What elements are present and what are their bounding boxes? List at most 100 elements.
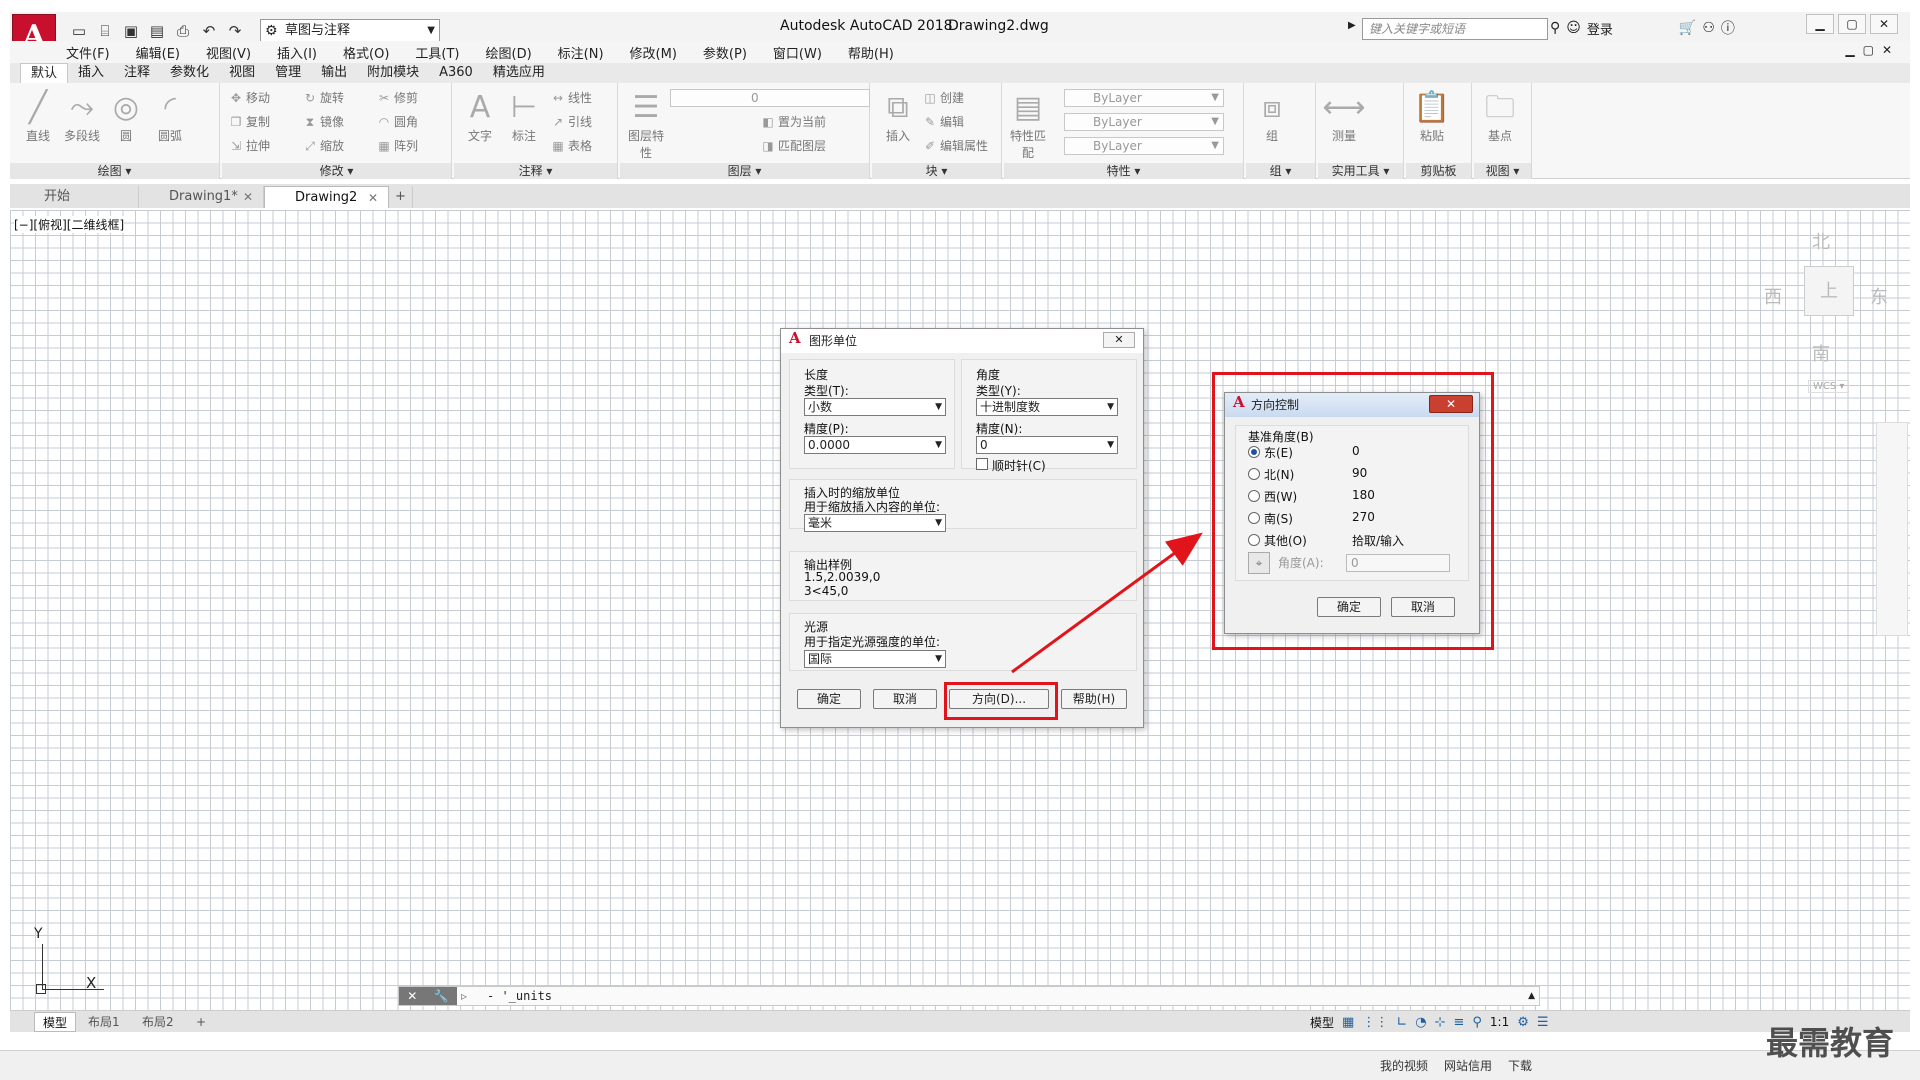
user-icon[interactable]: ☺ [1566, 20, 1581, 36]
snap-icon[interactable]: ⋮⋮ [1362, 1015, 1388, 1030]
tab-parametric[interactable]: 参数化 [160, 63, 219, 83]
menu-help[interactable]: 帮助(H) [848, 43, 894, 62]
stretch-tool[interactable]: ⇲ 拉伸 [228, 137, 270, 154]
radio-west[interactable] [1248, 490, 1260, 502]
panel-group-title[interactable]: 组 ▾ [1246, 163, 1315, 179]
text-tool[interactable]: A 文字 [458, 89, 502, 144]
scale-tool[interactable]: ⤢ 缩放 [302, 137, 344, 154]
tab-featured-apps[interactable]: 精选应用 [483, 63, 555, 83]
edit-block-tool[interactable]: ✎ 编辑 [922, 113, 964, 130]
undo-icon[interactable]: ↶ [198, 20, 220, 42]
panel-utilities-title[interactable]: 实用工具 ▾ [1318, 163, 1403, 179]
menu-window[interactable]: 窗口(W) [773, 43, 822, 62]
menu-draw[interactable]: 绘图(D) [486, 43, 532, 62]
taskbar-site-credit[interactable]: 网站信用 [1444, 1057, 1492, 1074]
move-tool[interactable]: ✥ 移动 [228, 89, 270, 106]
chevron-up-icon[interactable]: ▲ [1528, 987, 1535, 1005]
trim-tool[interactable]: ✂ 修剪 [376, 89, 418, 106]
units-dialog-close-button[interactable]: ✕ [1103, 332, 1135, 348]
lighting-units-select[interactable]: 国际 ▼ [804, 650, 946, 668]
file-tab-drawing2[interactable]: Drawing2 ✕ [264, 186, 389, 208]
panel-view-title[interactable]: 视图 ▾ [1474, 163, 1531, 179]
tab-annotate[interactable]: 注释 [114, 63, 160, 83]
save-as-icon[interactable]: ▤ [146, 20, 168, 42]
layer-select[interactable]: 0 [670, 89, 870, 107]
panel-annotation-title[interactable]: 注释 ▾ [454, 163, 617, 179]
mirror-tool[interactable]: ⧗ 镜像 [302, 113, 344, 130]
add-layout-button[interactable]: + [188, 1012, 214, 1032]
file-tab-start[interactable]: 开始 [14, 186, 139, 208]
base-view-tool[interactable]: 🗀 基点 [1478, 89, 1522, 144]
units-ok-button[interactable]: 确定 [797, 689, 861, 709]
new-tab-button[interactable]: + [389, 186, 413, 208]
close-icon[interactable]: ✕ [368, 187, 378, 209]
match-layer-tool[interactable]: ◨ 匹配图层 [760, 137, 826, 154]
file-tab-drawing1[interactable]: Drawing1* ✕ [139, 186, 264, 208]
layout-tab-layout1[interactable]: 布局1 [80, 1012, 128, 1032]
viewcube-south[interactable]: 南 [1812, 340, 1830, 366]
document-window-controls[interactable]: ▁▢✕ [1845, 43, 1900, 57]
array-tool[interactable]: ▦ 阵列 [376, 137, 418, 154]
pick-angle-icon[interactable]: ⌖ [1248, 552, 1270, 574]
dimension-tool[interactable]: ⊢ 标注 [502, 89, 546, 144]
menu-parametric[interactable]: 参数(P) [703, 43, 747, 62]
taskbar-my-video[interactable]: 我的视频 [1380, 1057, 1428, 1074]
minimize-button[interactable]: ▁ [1806, 14, 1834, 34]
tab-addins[interactable]: 附加模块 [357, 63, 429, 83]
layout-tab-layout2[interactable]: 布局2 [134, 1012, 182, 1032]
open-file-icon[interactable]: ⌸ [94, 20, 116, 42]
close-icon[interactable]: ✕ [407, 987, 417, 1005]
fillet-tool[interactable]: ◠ 圆角 [376, 113, 418, 130]
search-input[interactable]: 键入关键字或短语 [1362, 18, 1548, 40]
tab-a360[interactable]: A360 [429, 63, 483, 83]
panel-properties-title[interactable]: 特性 ▾ [1004, 163, 1243, 179]
menu-tools[interactable]: 工具(T) [415, 43, 459, 62]
create-block-tool[interactable]: ◫ 创建 [922, 89, 964, 106]
insert-scale-select[interactable]: 毫米 ▼ [804, 514, 946, 532]
direction-dialog-close-button[interactable]: ✕ [1429, 395, 1473, 413]
tab-default[interactable]: 默认 [20, 63, 69, 83]
lineweight-select[interactable]: ByLayer ▼ [1064, 137, 1224, 155]
table-tool[interactable]: ▦ 表格 [550, 137, 592, 154]
panel-block-title[interactable]: 块 ▾ [872, 163, 1001, 179]
measure-tool[interactable]: ⟷ 测量 [1322, 89, 1366, 144]
radio-south[interactable] [1248, 512, 1260, 524]
menu-view[interactable]: 视图(V) [206, 43, 251, 62]
panel-clipboard-title[interactable]: 剪贴板 [1406, 163, 1471, 179]
wcs-menu[interactable]: WCS ▾ [1808, 380, 1850, 393]
save-icon[interactable]: ▣ [120, 20, 142, 42]
customize-icon[interactable]: ☰ [1537, 1015, 1549, 1030]
radio-other[interactable] [1248, 534, 1260, 546]
leader-tool[interactable]: ↗ 引线 [550, 113, 592, 130]
copy-tool[interactable]: ❐ 复制 [228, 113, 270, 130]
grid-icon[interactable]: ▦ [1342, 1015, 1354, 1030]
direction-cancel-button[interactable]: 取消 [1391, 597, 1455, 617]
circle-tool[interactable]: ◎ 圆 [104, 89, 148, 144]
viewcube[interactable]: 北 西 东 南 上 WCS ▾ [1760, 228, 1890, 398]
units-help-button[interactable]: 帮助(H) [1061, 689, 1127, 709]
tab-manage[interactable]: 管理 [265, 63, 311, 83]
tab-insert[interactable]: 插入 [68, 63, 114, 83]
radio-east[interactable] [1248, 446, 1260, 458]
angle-type-select[interactable]: 十进制度数 ▼ [976, 398, 1118, 416]
menu-format[interactable]: 格式(O) [343, 43, 389, 62]
menu-modify[interactable]: 修改(M) [630, 43, 677, 62]
login-button[interactable]: 登录 [1587, 19, 1613, 38]
print-icon[interactable]: ⎙ [172, 20, 194, 42]
model-space-toggle[interactable]: 模型 [1310, 1014, 1334, 1031]
set-current-tool[interactable]: ◧ 置为当前 [760, 113, 826, 130]
paste-tool[interactable]: 📋 粘贴 [1410, 89, 1454, 144]
gear-icon[interactable]: ⚙ [1517, 1015, 1529, 1030]
lineweight-icon[interactable]: ≡ [1453, 1015, 1464, 1030]
length-type-select[interactable]: 小数 ▼ [804, 398, 946, 416]
new-file-icon[interactable]: ▭ [68, 20, 90, 42]
viewcube-west[interactable]: 西 [1764, 283, 1782, 309]
redo-icon[interactable]: ↷ [224, 20, 246, 42]
clockwise-checkbox[interactable] [976, 458, 988, 470]
menu-edit[interactable]: 编辑(E) [136, 43, 180, 62]
binoculars-icon[interactable]: ⚲ [1550, 20, 1560, 36]
panel-modify-title[interactable]: 修改 ▾ [222, 163, 451, 179]
ortho-icon[interactable]: ∟ [1396, 1015, 1407, 1030]
arc-tool[interactable]: ◜ 圆弧 [148, 89, 192, 144]
layout-tab-model[interactable]: 模型 [34, 1012, 77, 1032]
